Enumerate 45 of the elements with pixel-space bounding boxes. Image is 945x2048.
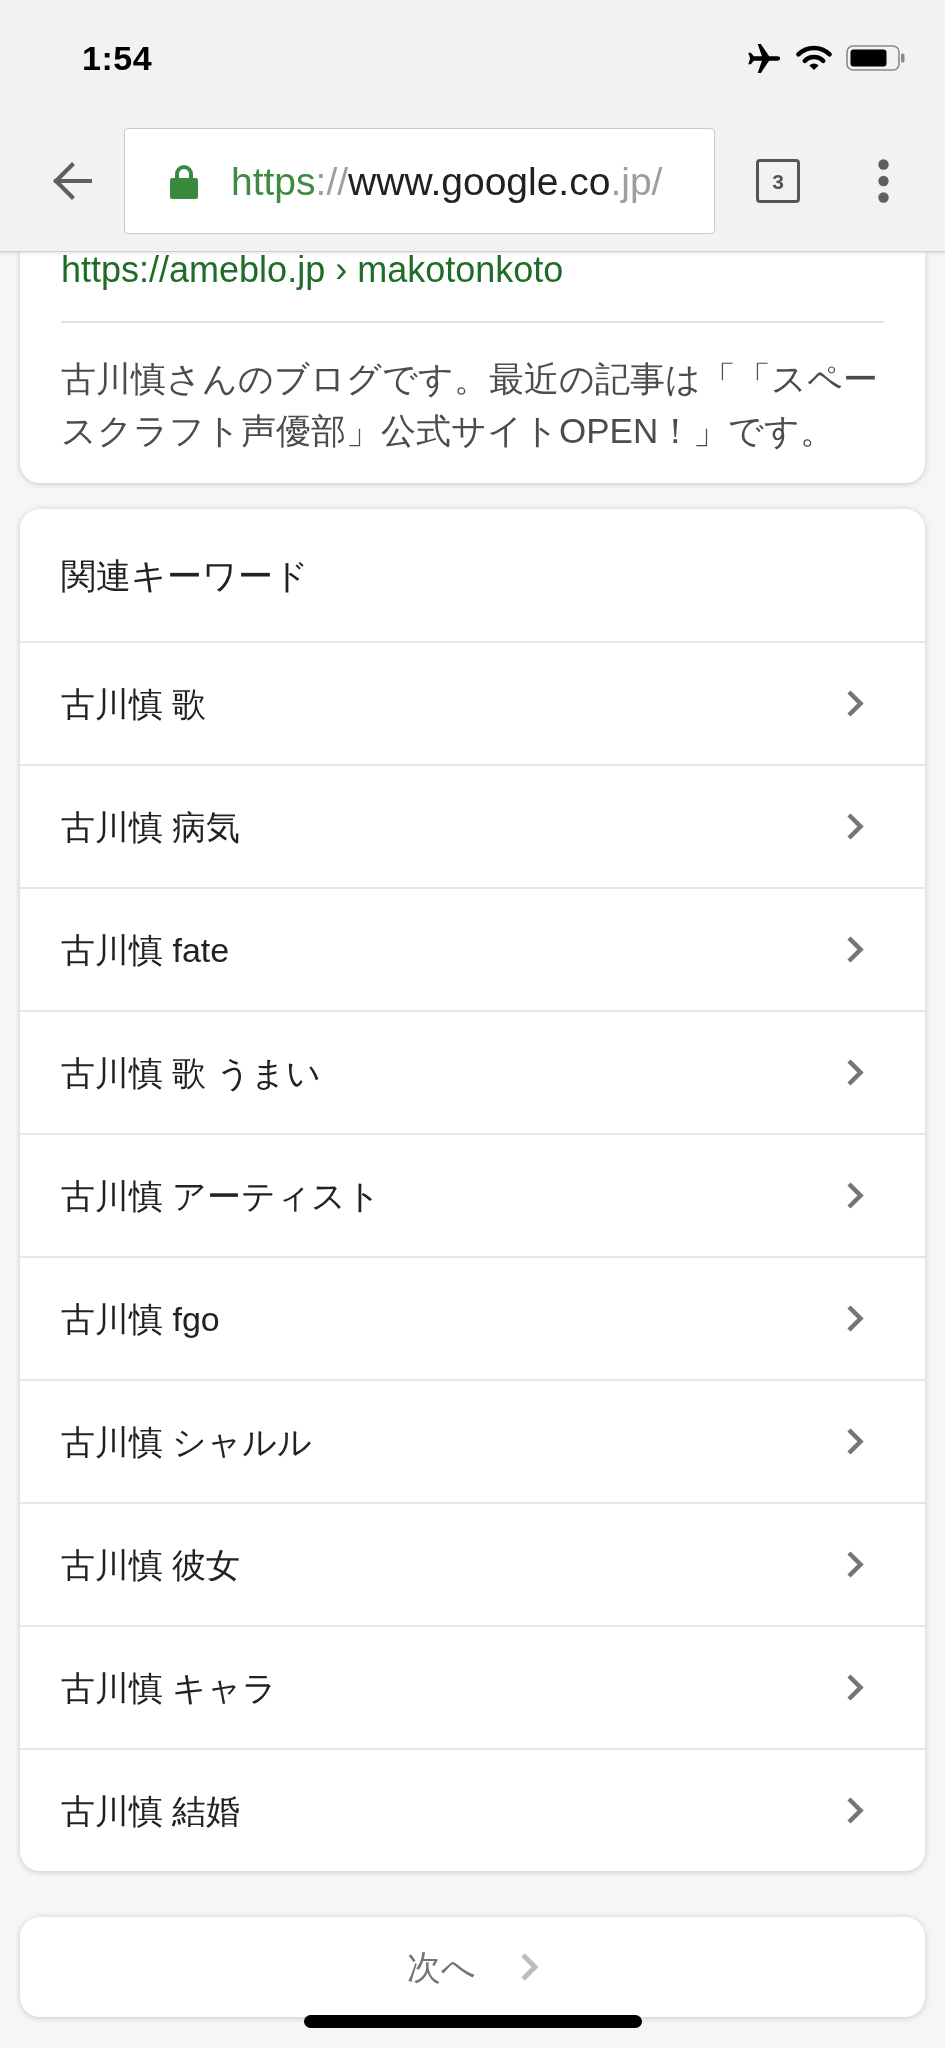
related-search-link[interactable]: 古川慎 結婚: [20, 1748, 925, 1871]
related-search-link[interactable]: 古川慎 キャラ: [20, 1625, 925, 1748]
result-snippet: 古川慎さんのブログです。最近の記事は「「スペースクラフト声優部」公式サイトOPEN！」です。: [61, 358, 879, 452]
wifi-icon: [795, 44, 833, 72]
chevron-right-icon: [846, 1304, 864, 1333]
related-search-text: 古川慎 fate: [61, 932, 230, 967]
related-search-link[interactable]: 古川慎 シャルル: [20, 1379, 925, 1502]
related-search-text: 古川慎 彼女: [61, 1547, 241, 1582]
related-search-text: 古川慎 病気: [61, 809, 241, 844]
related-search-text: 古川慎 fgo: [61, 1301, 220, 1336]
related-search-text: 古川慎 歌: [61, 686, 207, 721]
related-search-text: 古川慎 歌 うまい: [61, 1055, 321, 1090]
chevron-right-icon: [519, 1952, 539, 1982]
chevron-right-icon: [846, 1058, 864, 1087]
related-search-text: 古川慎 キャラ: [61, 1670, 278, 1705]
tab-switcher-button[interactable]: 3: [756, 159, 800, 203]
related-search-link[interactable]: 古川慎 fgo: [20, 1256, 925, 1379]
airplane-icon: [746, 43, 781, 73]
related-search-text: 古川慎 アーティスト: [61, 1178, 382, 1213]
chevron-right-icon: [846, 1427, 864, 1456]
battery-icon: [846, 45, 906, 71]
chevron-right-icon: [846, 935, 864, 964]
lock-icon: [170, 163, 198, 199]
related-search-link[interactable]: 古川慎 病気: [20, 764, 925, 887]
chevron-right-icon: [846, 1550, 864, 1579]
more-menu-icon[interactable]: [878, 159, 889, 203]
next-page-button[interactable]: 次へ: [20, 1917, 925, 2017]
chevron-right-icon: [846, 1181, 864, 1210]
related-search-link[interactable]: 古川慎 彼女: [20, 1502, 925, 1625]
related-search-text: 古川慎 シャルル: [61, 1424, 313, 1459]
back-arrow-icon[interactable]: [51, 161, 92, 201]
section-title: 関連キーワード: [61, 557, 309, 593]
result-url[interactable]: https://ameblo.jp › makotonkoto: [61, 252, 884, 288]
chevron-right-icon: [846, 812, 864, 841]
status-time: 1:54: [82, 41, 153, 75]
address-url: https://www.google.co.jp/: [231, 161, 663, 201]
chevron-right-icon: [846, 689, 864, 718]
related-search-text: 古川慎 結婚: [61, 1793, 241, 1828]
address-field[interactable]: https://www.google.co.jp/: [124, 128, 715, 234]
chevron-right-icon: [846, 1796, 864, 1825]
related-search-link[interactable]: 古川慎 fate: [20, 887, 925, 1010]
related-search-link[interactable]: 古川慎 歌 うまい: [20, 1010, 925, 1133]
related-search-link[interactable]: 古川慎 歌: [20, 641, 925, 764]
related-search-link[interactable]: 古川慎 アーティスト: [20, 1133, 925, 1256]
chevron-right-icon: [846, 1673, 864, 1702]
